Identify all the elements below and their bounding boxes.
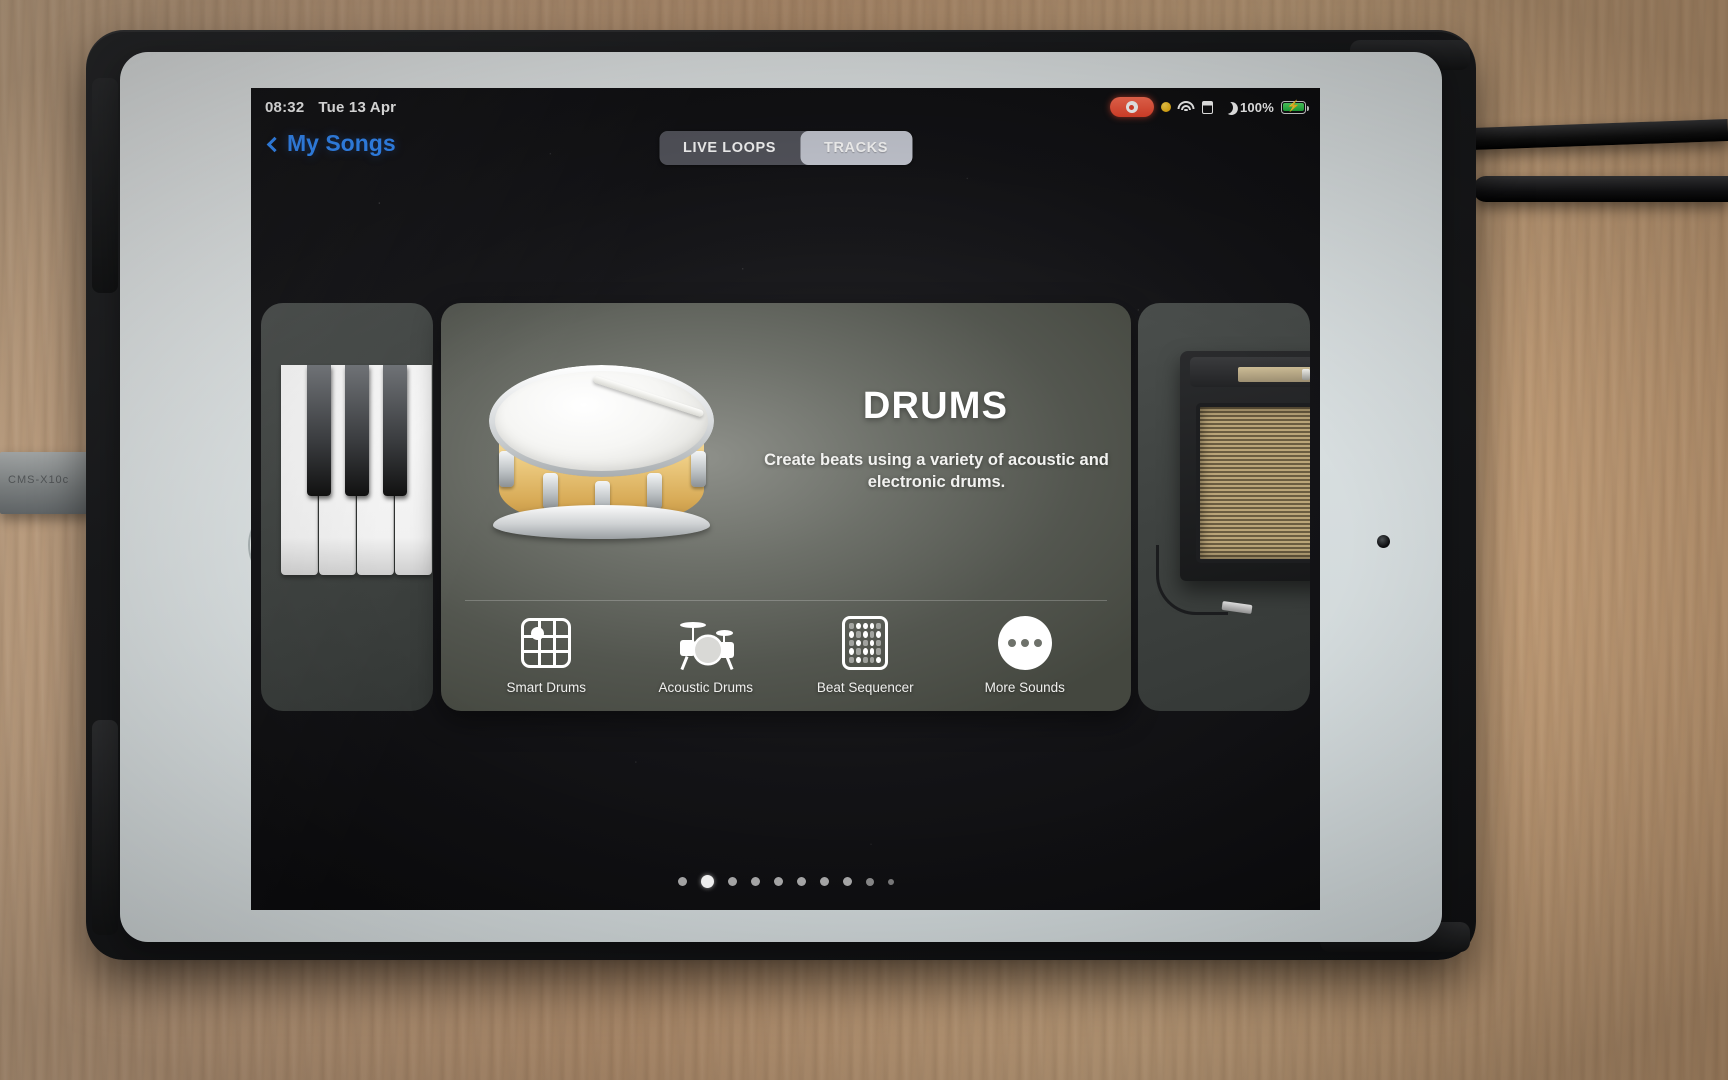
front-camera [1377,535,1390,548]
page-dot[interactable] [865,877,874,886]
option-label: More Sounds [984,680,1065,695]
wifi-icon [1177,100,1195,114]
beat-sequencer-pads-icon [837,615,893,671]
instrument-card-keyboard[interactable] [261,303,433,711]
instrument-options-row: Smart Drums Acoustic Drums Beat Sequence… [467,615,1105,695]
piano-keys-icon [281,365,433,575]
page-dot[interactable] [677,877,687,886]
option-acoustic-drums[interactable]: Acoustic Drums [636,615,776,695]
option-more-sounds[interactable]: More Sounds [955,615,1095,695]
status-bar-left: 08:32 Tue 13 Apr [265,99,396,116]
instrument-title: DRUMS [862,385,1009,427]
option-smart-drums[interactable]: Smart Drums [476,615,616,695]
view-mode-segmented-control[interactable]: LIVE LOOPS TRACKS [658,131,913,165]
status-date: Tue 13 Apr [318,98,397,116]
status-bar: 08:32 Tue 13 Apr 100% ⚡ [251,94,1320,120]
tab-live-loops[interactable]: LIVE LOOPS [659,131,800,165]
page-dot[interactable] [750,877,760,886]
page-dot[interactable] [796,877,806,886]
tablet-screen: 08:32 Tue 13 Apr 100% ⚡ My Songs LIVE LO… [251,88,1320,910]
status-time: 08:32 [265,98,305,116]
desk-strip-label: CMS-X10c [8,474,70,486]
battery-charging-icon: ⚡ [1281,100,1310,114]
status-bar-right: 100% ⚡ [1109,97,1310,117]
do-not-disturb-moon-icon [1218,98,1235,115]
instrument-card-drums[interactable]: DRUMS Create beats using a variety of ac… [440,303,1131,711]
page-dot[interactable] [727,877,737,886]
page-dot-active[interactable] [700,875,714,888]
case-bump-bottom-left [92,720,118,935]
cable-right [1473,176,1728,202]
screen-recording-pill-icon[interactable] [1109,97,1154,117]
page-dot[interactable] [842,877,852,886]
page-dot[interactable] [887,878,894,885]
drum-kit-icon [678,615,734,671]
instrument-description: Create beats using a variety of acoustic… [764,451,1109,492]
page-dot[interactable] [819,877,829,886]
orange-privacy-dot-icon [1160,102,1171,112]
card-divider [464,600,1107,601]
tab-tracks[interactable]: TRACKS [800,131,913,165]
smart-drums-grid-icon [518,615,574,671]
back-button-label: My Songs [287,130,396,156]
instrument-carousel[interactable]: DRUMS Create beats using a variety of ac… [251,303,1320,723]
option-beat-sequencer[interactable]: Beat Sequencer [795,615,935,695]
option-label: Acoustic Drums [658,680,754,695]
cable-top-right [1442,119,1728,151]
option-label: Beat Sequencer [816,680,914,695]
page-dot[interactable] [773,877,783,886]
desk-scene: CMS-X10c 08:32 Tue 13 Apr 100% ⚡ My Song… [0,0,1728,1080]
amp-cable [1156,545,1228,615]
navigation-bar: My Songs LIVE LOOPS TRACKS [251,124,1320,172]
chevron-left-icon [266,136,283,152]
sim-icon [1201,100,1213,114]
carousel-page-dots[interactable] [677,875,894,888]
instrument-card-amp[interactable]: Gibson [1138,303,1310,711]
back-to-my-songs-button[interactable]: My Songs [266,130,396,157]
snare-drum-image [479,355,729,565]
case-bump-top-left [92,78,118,293]
option-label: Smart Drums [506,680,586,695]
ellipsis-circle-icon [997,615,1053,671]
battery-percent-label: 100% [1239,99,1274,115]
